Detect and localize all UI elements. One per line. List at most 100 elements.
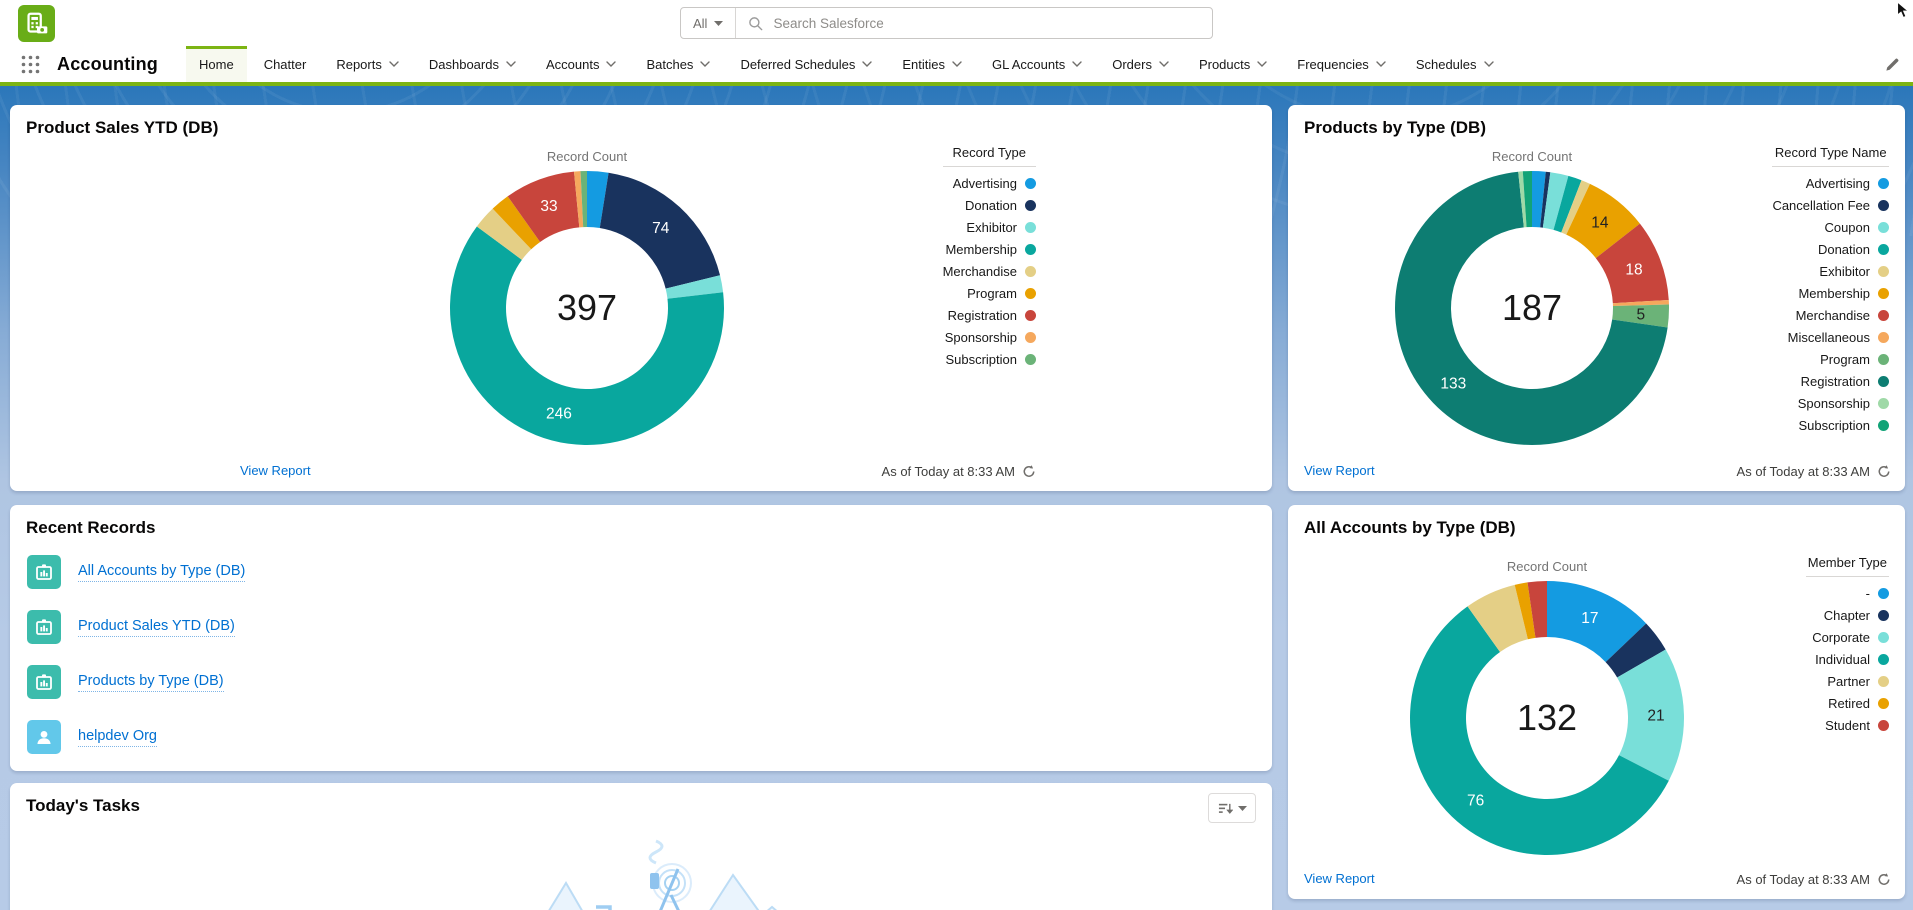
recent-record-link[interactable]: Products by Type (DB) (78, 673, 224, 692)
tab-schedules[interactable]: Schedules (1403, 46, 1507, 82)
legend-color-dot (1878, 398, 1889, 409)
legend-item-student[interactable]: Student (1825, 714, 1889, 736)
edit-navigation-pencil-icon[interactable] (1884, 46, 1901, 82)
legend-item-blank[interactable]: - (1866, 582, 1889, 604)
legend-color-dot (1878, 610, 1889, 621)
search-scope-dropdown[interactable]: All (681, 8, 735, 38)
legend-item-sponsorship[interactable]: Sponsorship (945, 326, 1036, 348)
refresh-icon[interactable] (1022, 464, 1036, 479)
tab-accounts[interactable]: Accounts (533, 46, 629, 82)
legend-item-retired[interactable]: Retired (1828, 692, 1889, 714)
tab-label: Schedules (1416, 57, 1477, 72)
legend-item-program[interactable]: Program (967, 282, 1036, 304)
legend-label: Donation (965, 198, 1017, 213)
last-refreshed: As of Today at 8:33 AM (1737, 872, 1891, 887)
tab-products[interactable]: Products (1186, 46, 1280, 82)
tab-label: Entities (902, 57, 945, 72)
tab-batches[interactable]: Batches (633, 46, 723, 82)
tab-home[interactable]: Home (186, 46, 247, 82)
tab-deferred-schedules[interactable]: Deferred Schedules (727, 46, 885, 82)
global-search: All (680, 7, 1213, 39)
legend-item-merchandise[interactable]: Merchandise (1796, 304, 1889, 326)
refresh-icon[interactable] (1877, 872, 1891, 887)
card-title: Today's Tasks (26, 796, 140, 816)
legend-color-dot (1025, 288, 1036, 299)
dashboard-icon (27, 665, 61, 699)
legend-item-individual[interactable]: Individual (1815, 648, 1889, 670)
chevron-down-icon (1376, 61, 1386, 67)
tab-frequencies[interactable]: Frequencies (1284, 46, 1399, 82)
legend-title: Record Type (943, 145, 1036, 167)
legend-label: Sponsorship (945, 330, 1017, 345)
segment-value-label: 133 (1440, 375, 1466, 392)
segment-value-label: 74 (652, 220, 670, 237)
legend-color-dot (1878, 310, 1889, 321)
legend-color-dot (1878, 654, 1889, 665)
legend-item-corporate[interactable]: Corporate (1812, 626, 1889, 648)
chart-axis-title: Record Count (1432, 149, 1632, 164)
list-item: Products by Type (DB) (27, 665, 1256, 699)
tab-orders[interactable]: Orders (1099, 46, 1182, 82)
app-launcher-icon[interactable] (20, 46, 41, 82)
legend-item-advertising[interactable]: Advertising (1806, 172, 1889, 194)
legend-item-partner[interactable]: Partner (1827, 670, 1889, 692)
legend-item-subscription[interactable]: Subscription (1798, 414, 1889, 436)
legend-item-donation[interactable]: Donation (965, 194, 1036, 216)
tab-label: Chatter (264, 57, 307, 72)
segment-value-label: 17 (1581, 610, 1598, 627)
legend-item-registration[interactable]: Registration (948, 304, 1036, 326)
legend-label: Corporate (1812, 630, 1870, 645)
refresh-icon[interactable] (1877, 464, 1891, 479)
legend-title: Member Type (1806, 555, 1889, 577)
donut-total: 397 (557, 287, 617, 328)
app-navigation-bar: Accounting HomeChatterReportsDashboardsA… (0, 46, 1913, 86)
legend-item-donation[interactable]: Donation (1818, 238, 1889, 260)
legend-label: Cancellation Fee (1772, 198, 1870, 213)
legend-color-dot (1025, 332, 1036, 343)
view-report-link[interactable]: View Report (240, 463, 311, 478)
tab-entities[interactable]: Entities (889, 46, 975, 82)
legend-color-dot (1025, 178, 1036, 189)
tab-reports[interactable]: Reports (323, 46, 412, 82)
legend-color-dot (1025, 222, 1036, 233)
card-recent-records: Recent Records All Accounts by Type (DB)… (10, 505, 1272, 771)
legend-label: Advertising (1806, 176, 1870, 191)
last-refreshed-text: As of Today at 8:33 AM (1737, 872, 1870, 887)
legend-label: Advertising (953, 176, 1017, 191)
task-sort-dropdown-button[interactable] (1208, 793, 1256, 823)
legend-item-cancellation-fee[interactable]: Cancellation Fee (1772, 194, 1889, 216)
recent-record-link[interactable]: All Accounts by Type (DB) (78, 563, 245, 582)
donut-chart-product-sales: 7424633397 (447, 168, 727, 448)
legend-item-membership[interactable]: Membership (945, 238, 1036, 260)
legend-item-advertising[interactable]: Advertising (953, 172, 1036, 194)
tab-dashboards[interactable]: Dashboards (416, 46, 529, 82)
chevron-down-icon (700, 61, 710, 67)
recent-record-link[interactable]: Product Sales YTD (DB) (78, 618, 235, 637)
legend-label: Sponsorship (1798, 396, 1870, 411)
legend-item-exhibitor[interactable]: Exhibitor (966, 216, 1036, 238)
legend-item-program[interactable]: Program (1820, 348, 1889, 370)
search-input[interactable] (773, 16, 1200, 31)
legend-item-subscription[interactable]: Subscription (945, 348, 1036, 370)
legend-color-dot (1878, 332, 1889, 343)
legend-item-sponsorship[interactable]: Sponsorship (1798, 392, 1889, 414)
tab-label: Batches (646, 57, 693, 72)
legend-item-miscellaneous[interactable]: Miscellaneous (1788, 326, 1889, 348)
view-report-link[interactable]: View Report (1304, 871, 1375, 886)
view-report-link[interactable]: View Report (1304, 463, 1375, 478)
donut-total: 132 (1517, 697, 1577, 738)
legend-item-registration[interactable]: Registration (1801, 370, 1889, 392)
legend-color-dot (1878, 588, 1889, 599)
tab-chatter[interactable]: Chatter (251, 46, 320, 82)
chart-legend: Member Type -Chapter Corporate IndividualPa… (1806, 555, 1889, 736)
accounting-app-logo-icon[interactable] (18, 5, 55, 42)
tab-label: Products (1199, 57, 1250, 72)
legend-item-chapter[interactable]: Chapter (1824, 604, 1889, 626)
recent-record-link[interactable]: helpdev Org (78, 728, 157, 747)
legend-item-coupon[interactable]: Coupon (1824, 216, 1889, 238)
legend-label: Subscription (945, 352, 1017, 367)
tab-gl-accounts[interactable]: GL Accounts (979, 46, 1095, 82)
legend-item-exhibitor[interactable]: Exhibitor (1819, 260, 1889, 282)
legend-item-merchandise[interactable]: Merchandise (943, 260, 1036, 282)
legend-item-membership[interactable]: Membership (1798, 282, 1889, 304)
